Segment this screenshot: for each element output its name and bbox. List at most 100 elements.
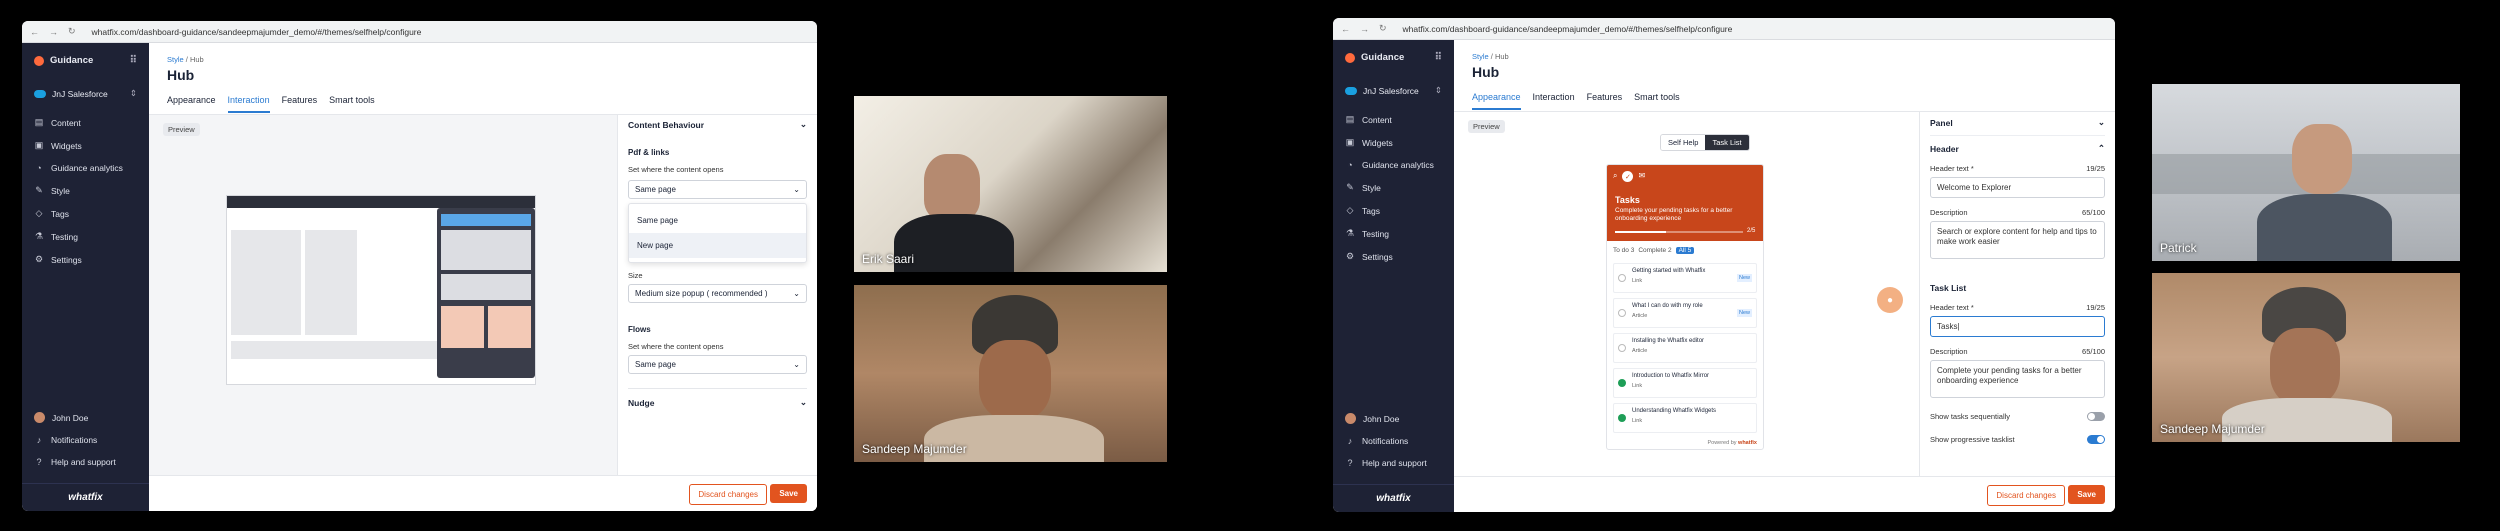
sidebar-item-testing[interactable]: ⚗ Testing <box>1333 222 1454 245</box>
chat-icon[interactable]: ✉ <box>1638 171 1645 182</box>
tab-smart-tools[interactable]: Smart tools <box>1634 92 1680 110</box>
account-switcher[interactable]: JnJ Salesforce ⇕ <box>30 82 141 105</box>
tab-appearance[interactable]: Appearance <box>1472 92 1521 110</box>
widgets-icon: ▣ <box>34 140 44 150</box>
tab-interaction[interactable]: Interaction <box>227 95 270 113</box>
sidebar-brand: Guidance ⠿ <box>22 43 149 66</box>
tab-features[interactable]: Features <box>1587 92 1623 110</box>
open-mode-select[interactable]: Same page ⌄ <box>628 180 807 199</box>
sidebar-item-settings[interactable]: ⚙ Settings <box>1333 245 1454 268</box>
chevron-down-icon: ⌄ <box>793 289 800 298</box>
sidebar-item-tags[interactable]: ◇ Tags <box>1333 199 1454 222</box>
logo-text: whatfix <box>1376 493 1411 504</box>
help-item[interactable]: ? Help and support <box>1333 452 1454 474</box>
filter-all[interactable]: All 5 <box>1675 247 1695 254</box>
chevron-down-icon: ⌄ <box>799 397 807 407</box>
flows-open-select[interactable]: Same page ⌄ <box>628 355 807 374</box>
reload-icon[interactable]: ↻ <box>1379 23 1387 34</box>
account-name: JnJ Salesforce <box>1363 85 1419 96</box>
tl-description-field[interactable]: Complete your pending tasks for a better… <box>1930 360 2105 398</box>
testing-icon: ⚗ <box>1345 228 1355 238</box>
sidebar-item-widgets[interactable]: ▣ Widgets <box>1333 131 1454 154</box>
task-item[interactable]: Introduction to Whatfix Mirror Link <box>1613 368 1757 398</box>
toggle-self-help[interactable]: Self Help <box>1661 135 1706 150</box>
preview-mock-footer <box>231 341 441 359</box>
user-menu[interactable]: John Doe <box>22 406 149 429</box>
sidebar-item-content[interactable]: ▤ Content <box>1333 108 1454 131</box>
filter-complete[interactable]: Complete 2 <box>1638 247 1671 254</box>
task-tag: Link <box>1632 383 1643 389</box>
header-text-field[interactable]: Welcome to Explorer <box>1930 177 2105 198</box>
video-tile-sandeep-right: Sandeep Majumder <box>2152 273 2460 442</box>
preview-mock-section <box>441 230 531 270</box>
back-icon[interactable]: ← <box>30 27 39 37</box>
apps-grid-icon[interactable]: ⠿ <box>1435 52 1442 63</box>
tl-header-text-field[interactable]: Tasks| <box>1930 316 2105 337</box>
task-item[interactable]: Getting started with Whatfix Link New <box>1613 263 1757 293</box>
panel-header[interactable]: Panel ⌄ <box>1930 117 2105 136</box>
launcher-bubble-icon[interactable]: ● <box>1877 287 1903 313</box>
forward-icon[interactable]: → <box>1360 24 1369 34</box>
progress-bar <box>1615 231 1743 233</box>
account-switcher[interactable]: JnJ Salesforce ⇕ <box>1341 79 1446 102</box>
nudge-header[interactable]: Nudge ⌄ <box>628 388 807 408</box>
breadcrumb-parent[interactable]: Style <box>1472 52 1489 61</box>
notifications-item[interactable]: ♪ Notifications <box>1333 430 1454 452</box>
task-item[interactable]: Installing the Whatfix editor Article <box>1613 333 1757 363</box>
whatfix-logo: whatfix <box>1333 484 1454 512</box>
save-button[interactable]: Save <box>770 484 807 503</box>
breadcrumb-parent[interactable]: Style <box>167 55 184 64</box>
back-icon[interactable]: ← <box>1341 24 1350 34</box>
task-status-icon <box>1618 274 1626 282</box>
toggle-task-list[interactable]: Task List <box>1705 135 1749 150</box>
reload-icon[interactable]: ↻ <box>68 26 76 37</box>
progressive-toggle[interactable] <box>2087 435 2105 444</box>
task-title: Introduction to Whatfix Mirror <box>1632 373 1710 379</box>
dropdown-option-same-page[interactable]: Same page <box>629 208 806 233</box>
tab-smart-tools[interactable]: Smart tools <box>329 95 375 113</box>
task-item[interactable]: What I can do with my role Article New <box>1613 298 1757 328</box>
url-bar[interactable]: whatfix.com/dashboard-guidance/sandeepma… <box>1403 24 1733 34</box>
sequential-toggle[interactable] <box>2087 412 2105 421</box>
sidebar-item-style[interactable]: ✎ Style <box>1333 176 1454 199</box>
discard-changes-button[interactable]: Discard changes <box>1987 485 2065 506</box>
sidebar-item-analytics[interactable]: ◔ Guidance analytics <box>22 157 149 179</box>
discard-changes-button[interactable]: Discard changes <box>689 484 767 505</box>
sidebar-item-testing[interactable]: ⚗ Testing <box>22 225 149 248</box>
content-icon: ▤ <box>34 117 44 127</box>
task-item[interactable]: Understanding Whatfix Widgets Link <box>1613 403 1757 433</box>
sidebar-item-widgets[interactable]: ▣ Widgets <box>22 134 149 157</box>
filter-todo[interactable]: To do 3 <box>1613 247 1634 254</box>
user-menu[interactable]: John Doe <box>1333 407 1454 430</box>
sidebar-item-label: Style <box>1362 182 1381 193</box>
flows-title: Flows <box>628 325 807 334</box>
dropdown-menu: Same page New page <box>628 203 807 263</box>
tab-appearance[interactable]: Appearance <box>167 95 216 113</box>
sidebar-item-content[interactable]: ▤ Content <box>22 111 149 134</box>
chevron-down-icon: ⌄ <box>2097 117 2105 127</box>
dropdown-option-new-page[interactable]: New page <box>629 233 806 258</box>
description-field[interactable]: Search or explore content for help and t… <box>1930 221 2105 259</box>
size-select[interactable]: Medium size popup ( recommended ) ⌄ <box>628 284 807 303</box>
sidebar-item-analytics[interactable]: ◔ Guidance analytics <box>1333 154 1454 176</box>
tab-features[interactable]: Features <box>282 95 318 113</box>
notifications-item[interactable]: ♪ Notifications <box>22 429 149 451</box>
forward-icon[interactable]: → <box>49 27 58 37</box>
apps-grid-icon[interactable]: ⠿ <box>130 55 137 66</box>
save-button[interactable]: Save <box>2068 485 2105 504</box>
task-title: Understanding Whatfix Widgets <box>1632 408 1717 414</box>
task-title: Installing the Whatfix editor <box>1632 338 1705 344</box>
sidebar-item-style[interactable]: ✎ Style <box>22 179 149 202</box>
sidebar-item-settings[interactable]: ⚙ Settings <box>22 248 149 271</box>
help-item[interactable]: ? Help and support <box>22 451 149 473</box>
sidebar-item-label: Testing <box>1362 228 1389 239</box>
url-bar[interactable]: whatfix.com/dashboard-guidance/sandeepma… <box>92 27 422 37</box>
breadcrumb: Style / Hub <box>167 55 204 64</box>
check-icon[interactable]: ✓ <box>1622 171 1634 182</box>
header-section-header[interactable]: Header ⌃ <box>1930 143 2105 154</box>
sidebar-item-tags[interactable]: ◇ Tags <box>22 202 149 225</box>
task-list-title: Task List <box>1930 283 2105 293</box>
tab-interaction[interactable]: Interaction <box>1533 92 1575 110</box>
content-behaviour-header[interactable]: Content Behaviour ⌄ <box>628 119 807 130</box>
search-icon[interactable]: ⌕ <box>1613 171 1617 182</box>
